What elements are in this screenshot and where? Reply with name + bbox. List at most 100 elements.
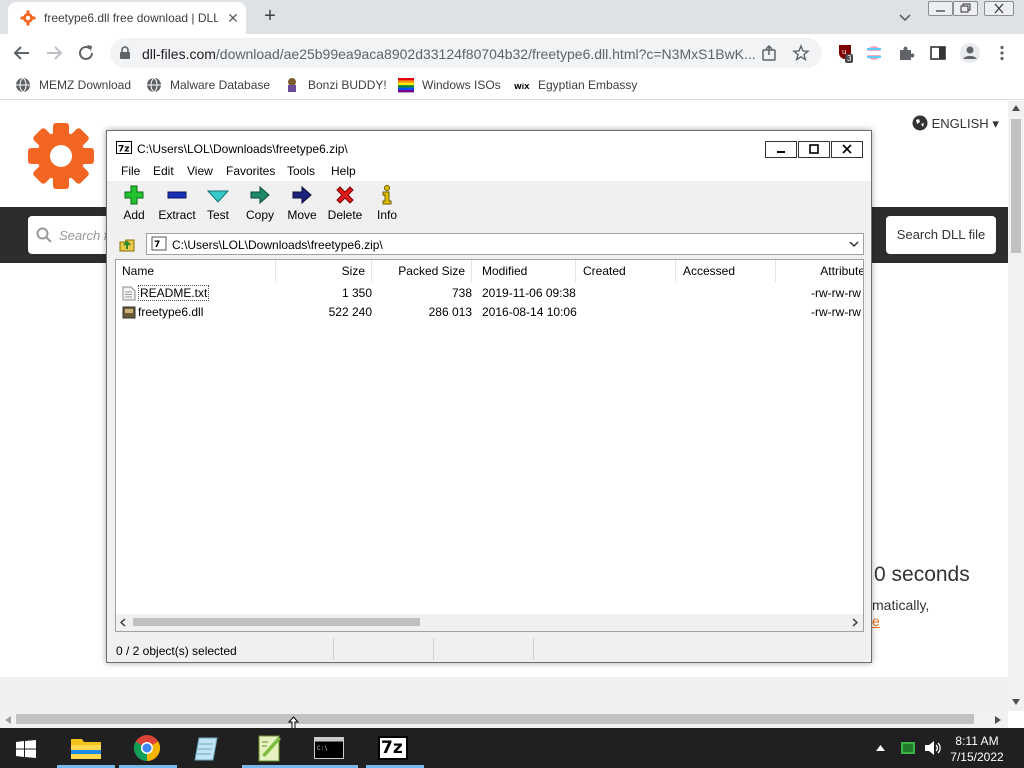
taskbar-7zip[interactable]: 7z [366, 728, 424, 768]
vertical-scroll-thumb[interactable] [1011, 119, 1021, 253]
bookmark-bonzi-buddy[interactable]: Bonzi BUDDY! [284, 77, 387, 95]
lock-icon[interactable] [118, 46, 132, 60]
extract-button[interactable]: Extract [155, 184, 199, 222]
new-tab-button[interactable]: + [259, 6, 281, 28]
dll-files-logo-icon[interactable] [26, 121, 96, 191]
scroll-up-icon[interactable] [1012, 105, 1020, 111]
delete-x-icon [336, 186, 354, 204]
windows-start-icon[interactable] [16, 740, 36, 758]
menu-edit[interactable]: Edit [153, 164, 174, 178]
move-button[interactable]: Move [280, 184, 324, 222]
zip-minimize-button[interactable] [765, 141, 797, 158]
chevron-up-icon[interactable] [876, 745, 885, 751]
download-here-link[interactable]: e [872, 613, 880, 629]
profile-avatar-icon[interactable] [959, 42, 981, 64]
dll-search-input[interactable]: Search f [28, 216, 118, 254]
close-window-button[interactable] [984, 1, 1014, 16]
restore-button[interactable] [953, 1, 978, 16]
scroll-left-icon[interactable] [5, 716, 11, 724]
system-clock[interactable]: 8:11 AM 7/15/2022 [942, 733, 1012, 765]
menu-tools[interactable]: Tools [287, 164, 315, 178]
add-button[interactable]: Add [112, 184, 156, 222]
tab-strip: freetype6.dll free download | DLL ✕ + [0, 0, 1024, 34]
menu-favorites[interactable]: Favorites [226, 164, 275, 178]
svg-text:WiX: WiX [514, 83, 530, 91]
clock-date: 7/15/2022 [950, 750, 1004, 764]
bookmark-windows-isos[interactable]: Windows ISOs [398, 77, 501, 95]
search-icon [36, 227, 52, 243]
taskbar-file-explorer[interactable] [57, 728, 115, 768]
browser-tab[interactable]: freetype6.dll free download | DLL ✕ [8, 2, 246, 34]
column-packed-size[interactable]: Packed Size [372, 260, 472, 282]
file-list-scroll-thumb[interactable] [133, 618, 420, 626]
horizontal-scroll-thumb[interactable] [16, 714, 974, 724]
window-titlebar[interactable]: 7z C:\Users\LOL\Downloads\freetype6.zip\ [107, 131, 871, 161]
language-selector[interactable]: ENGLISH ▾ [912, 115, 999, 132]
delete-button[interactable]: Delete [323, 184, 367, 222]
menu-file[interactable]: File [121, 164, 140, 178]
volume-icon[interactable] [924, 740, 942, 756]
extensions-puzzle-icon[interactable] [897, 44, 915, 62]
minimize-button[interactable] [928, 1, 953, 16]
search-dll-button[interactable]: Search DLL file [886, 216, 996, 254]
globe-icon [16, 77, 30, 93]
chevron-down-icon[interactable] [896, 8, 914, 26]
file-modified: 2016-08-14 10:06 [482, 305, 577, 319]
kebab-menu-icon[interactable] [993, 44, 1011, 62]
path-combobox[interactable]: 7 C:\Users\LOL\Downloads\freetype6.zip\ [146, 233, 864, 255]
menu-view[interactable]: View [187, 164, 213, 178]
column-created[interactable]: Created [576, 260, 676, 282]
side-panel-icon[interactable] [929, 44, 947, 62]
taskbar-notepad-plus[interactable] [242, 728, 300, 768]
zip-maximize-button[interactable] [798, 141, 830, 158]
scroll-right-icon[interactable] [852, 618, 858, 627]
address-bar[interactable]: dll-files.com/download/ae25b99ea9aca8902… [110, 38, 822, 68]
info-button[interactable]: Info [365, 184, 409, 222]
back-icon[interactable] [11, 42, 33, 64]
taskbar-notepad[interactable] [180, 728, 238, 768]
url-domain: dll-files.com [142, 46, 216, 62]
column-size[interactable]: Size [276, 260, 372, 282]
check-icon [207, 190, 229, 203]
column-accessed[interactable]: Accessed [676, 260, 776, 282]
close-tab-icon[interactable]: ✕ [224, 9, 242, 27]
terminal-icon: C:\ [314, 737, 344, 759]
url-path: /download/ae25b99ea9aca8902d33124f80704b… [215, 46, 756, 62]
file-name: freetype6.dll [138, 305, 204, 319]
bookmark-malware-database[interactable]: Malware Database [146, 77, 270, 95]
ublock-extension-icon[interactable]: u 3 [836, 43, 856, 63]
device-status-icon[interactable] [900, 740, 916, 756]
column-modified[interactable]: Modified [472, 260, 576, 282]
menu-help[interactable]: Help [331, 164, 356, 178]
bookmark-egyptian-embassy[interactable]: WiX Egyptian Embassy [514, 77, 637, 95]
7zip-file-manager-window: 7z C:\Users\LOL\Downloads\freetype6.zip\… [106, 130, 872, 663]
taskbar-chrome[interactable] [119, 728, 177, 768]
scroll-right-icon[interactable] [995, 716, 1001, 724]
scroll-left-icon[interactable] [120, 618, 126, 627]
taskbar-command-prompt[interactable]: C:\ [300, 728, 358, 768]
tab-title: freetype6.dll free download | DLL [44, 11, 218, 25]
zip-close-button[interactable] [831, 141, 863, 158]
column-name[interactable]: Name [116, 260, 276, 282]
chrome-icon [133, 735, 161, 762]
file-row-freetype6[interactable]: freetype6.dll 522 240 286 013 2016-08-14… [116, 303, 863, 322]
copy-arrow-icon [250, 185, 270, 205]
file-row-readme[interactable]: README.txt 1 350 738 2019-11-06 09:38 -r… [116, 284, 863, 303]
copy-button[interactable]: Copy [238, 184, 282, 222]
share-icon[interactable] [760, 44, 778, 62]
up-folder-icon[interactable] [119, 236, 135, 252]
bookmark-memz[interactable]: MEMZ Download [15, 77, 131, 95]
test-button[interactable]: Test [196, 184, 240, 222]
vertical-scrollbar[interactable] [1008, 101, 1024, 711]
chevron-down-icon[interactable] [849, 241, 859, 248]
scroll-down-icon[interactable] [1012, 699, 1020, 705]
pride-extension-icon[interactable] [865, 44, 883, 62]
horizontal-scrollbar[interactable] [0, 711, 1008, 728]
svg-text:7: 7 [154, 240, 160, 250]
column-attributes[interactable]: Attribute [776, 260, 863, 282]
notepad-icon [194, 737, 218, 761]
forward-icon[interactable] [43, 42, 65, 64]
bookmark-star-icon[interactable] [792, 44, 810, 62]
reload-icon[interactable] [75, 42, 97, 64]
file-list-scrollbar[interactable] [116, 614, 863, 631]
